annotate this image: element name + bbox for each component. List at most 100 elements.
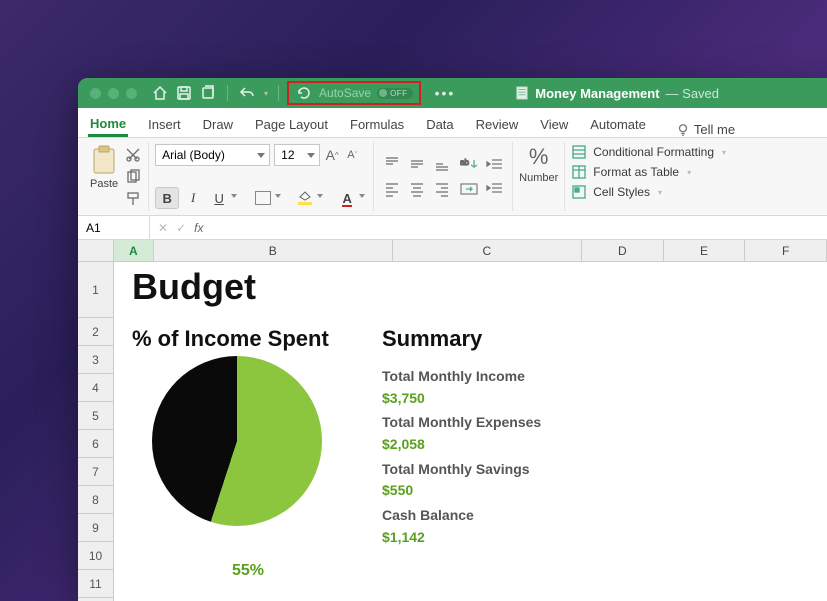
wrap-text-icon[interactable]: ab xyxy=(458,155,480,175)
align-right-icon[interactable] xyxy=(430,178,454,200)
undo-icon[interactable] xyxy=(238,84,256,102)
font-color-dropdown-icon[interactable] xyxy=(359,194,367,202)
increase-font-icon[interactable]: A^ xyxy=(324,147,340,163)
row-header-5[interactable]: 5 xyxy=(78,402,113,430)
number-group: % Number xyxy=(513,142,565,211)
align-middle-icon[interactable] xyxy=(405,153,429,175)
border-icon xyxy=(255,191,271,205)
cell-styles-button[interactable]: Cell Styles ▾ xyxy=(571,184,726,200)
font-name-combo[interactable]: Arial (Body) xyxy=(155,144,270,166)
autosave-highlight: AutoSave OFF xyxy=(287,81,421,105)
sync-icon[interactable] xyxy=(295,84,313,102)
copy-icon[interactable] xyxy=(124,168,142,186)
select-all-corner[interactable] xyxy=(78,240,114,261)
format-as-table-button[interactable]: Format as Table ▾ xyxy=(571,164,726,180)
cut-icon[interactable] xyxy=(124,146,142,164)
font-color-button[interactable]: A xyxy=(335,187,359,209)
row-header-1[interactable]: 1 xyxy=(78,262,113,318)
row-header-2[interactable]: 2 xyxy=(78,318,113,346)
separator xyxy=(278,85,279,101)
underline-dropdown-icon[interactable] xyxy=(231,194,239,202)
save-icon[interactable] xyxy=(175,84,193,102)
align-top-icon[interactable] xyxy=(380,153,404,175)
tab-review[interactable]: Review xyxy=(474,111,521,137)
close-window-button[interactable] xyxy=(90,88,101,99)
document-title: Money Management — Saved xyxy=(515,86,719,101)
column-header-a[interactable]: A xyxy=(114,240,154,261)
cancel-formula-icon[interactable]: ✕ xyxy=(158,221,168,235)
tab-draw[interactable]: Draw xyxy=(201,111,235,137)
decrease-indent-icon[interactable] xyxy=(484,155,506,175)
fill-dropdown-icon[interactable] xyxy=(317,194,325,202)
row-header-3[interactable]: 3 xyxy=(78,346,113,374)
tab-page-layout[interactable]: Page Layout xyxy=(253,111,330,137)
increase-indent-icon[interactable] xyxy=(484,179,506,199)
conditional-formatting-button[interactable]: Conditional Formatting ▾ xyxy=(571,144,726,160)
italic-button[interactable]: I xyxy=(181,187,205,209)
paste-button[interactable]: Paste xyxy=(90,144,118,209)
save-copy-icon[interactable] xyxy=(199,84,217,102)
enter-formula-icon[interactable]: ✓ xyxy=(176,221,186,235)
column-header-c[interactable]: C xyxy=(393,240,582,261)
number-format-button[interactable]: % Number xyxy=(519,144,558,184)
autosave-label: AutoSave xyxy=(319,86,371,100)
summary-value: $2,058 xyxy=(382,434,541,456)
row-header-8[interactable]: 8 xyxy=(78,486,113,514)
minimize-window-button[interactable] xyxy=(108,88,119,99)
underline-button[interactable]: U xyxy=(207,187,231,209)
clipboard-icon xyxy=(90,144,118,176)
spreadsheet-icon xyxy=(515,86,529,100)
row-header-6[interactable]: 6 xyxy=(78,430,113,458)
tab-formulas[interactable]: Formulas xyxy=(348,111,406,137)
fx-label[interactable]: fx xyxy=(194,221,203,235)
zoom-window-button[interactable] xyxy=(126,88,137,99)
window-controls xyxy=(78,88,137,99)
autosave-toggle[interactable]: OFF xyxy=(377,88,413,99)
row-headers: 1 2 3 4 5 6 7 8 9 10 11 xyxy=(78,262,114,601)
autosave-state: OFF xyxy=(390,89,408,98)
cell-reference: A1 xyxy=(86,221,101,235)
border-dropdown-icon[interactable] xyxy=(275,194,283,202)
fill-color-button[interactable] xyxy=(293,187,317,209)
tab-view[interactable]: View xyxy=(538,111,570,137)
pie-percent-label: 55% xyxy=(232,562,264,580)
more-menu-icon[interactable]: ••• xyxy=(435,85,456,101)
align-center-icon[interactable] xyxy=(405,178,429,200)
font-size-combo[interactable]: 12 xyxy=(274,144,320,166)
font-size-value: 12 xyxy=(281,148,294,162)
table-icon xyxy=(571,164,587,180)
tab-insert[interactable]: Insert xyxy=(146,111,183,137)
format-as-table-label: Format as Table xyxy=(593,165,679,179)
sheet-content[interactable]: Budget % of Income Spent Summary 55% Tot… xyxy=(114,262,827,601)
tab-automate[interactable]: Automate xyxy=(588,111,648,137)
column-header-b[interactable]: B xyxy=(154,240,393,261)
row-header-10[interactable]: 10 xyxy=(78,542,113,570)
align-bottom-icon[interactable] xyxy=(430,153,454,175)
lightbulb-icon xyxy=(676,123,690,137)
tell-me[interactable]: Tell me xyxy=(676,122,735,137)
row-header-4[interactable]: 4 xyxy=(78,374,113,402)
row-header-9[interactable]: 9 xyxy=(78,514,113,542)
home-icon[interactable] xyxy=(151,84,169,102)
column-header-e[interactable]: E xyxy=(664,240,746,261)
row-header-7[interactable]: 7 xyxy=(78,458,113,486)
column-header-f[interactable]: F xyxy=(745,240,827,261)
filename: Money Management xyxy=(535,86,659,101)
column-header-d[interactable]: D xyxy=(582,240,664,261)
decrease-font-icon[interactable]: Aˇ xyxy=(344,147,360,163)
tab-home[interactable]: Home xyxy=(88,110,128,137)
align-left-icon[interactable] xyxy=(380,178,404,200)
tab-data[interactable]: Data xyxy=(424,111,455,137)
bold-button[interactable]: B xyxy=(155,187,179,209)
name-box[interactable]: A1 xyxy=(78,216,150,239)
pie-chart[interactable] xyxy=(152,356,322,526)
merge-cells-icon[interactable] xyxy=(458,179,480,199)
quick-access-toolbar: ▾ xyxy=(151,84,283,102)
undo-dropdown-icon[interactable]: ▾ xyxy=(264,89,268,98)
format-painter-icon[interactable] xyxy=(124,190,142,208)
font-name-value: Arial (Body) xyxy=(162,148,225,162)
row-header-11[interactable]: 11 xyxy=(78,570,113,598)
summary-label: Total Monthly Income xyxy=(382,366,541,388)
border-button[interactable] xyxy=(251,187,275,209)
clipboard-group: Paste xyxy=(84,142,149,211)
